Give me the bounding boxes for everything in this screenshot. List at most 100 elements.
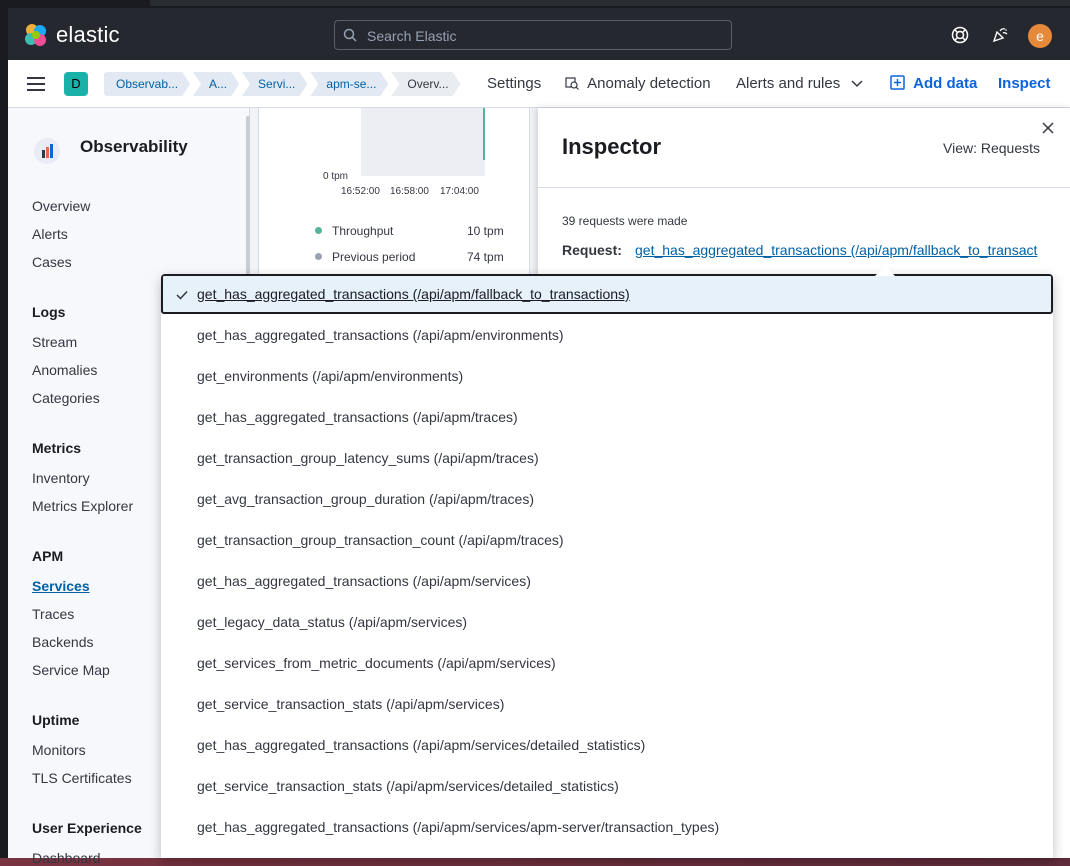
help-icon[interactable] <box>951 26 969 44</box>
newsfeed-icon[interactable] <box>991 26 1009 44</box>
close-icon[interactable] <box>1042 122 1054 134</box>
sidebar-heading-user-experience: User Experience <box>32 820 142 836</box>
search-box[interactable] <box>334 20 732 50</box>
check-icon <box>176 290 188 300</box>
view-selector-button[interactable]: View: Requests <box>943 140 1040 156</box>
sidebar-item-metrics-explorer[interactable]: Metrics Explorer <box>32 498 133 514</box>
observability-logo-icon <box>34 138 60 164</box>
sidebar-item-categories[interactable]: Categories <box>32 390 100 406</box>
user-avatar[interactable]: e <box>1028 24 1052 48</box>
search-input[interactable] <box>365 25 719 47</box>
sidebar-item-traces[interactable]: Traces <box>32 606 74 622</box>
sidebar-item-stream[interactable]: Stream <box>32 334 77 350</box>
request-option-label: get_service_transaction_stats (/api/apm/… <box>197 696 505 712</box>
sidebar-item-cases[interactable]: Cases <box>32 254 72 270</box>
request-options-list: get_has_aggregated_transactions (/api/ap… <box>161 274 1053 858</box>
request-option-label: get_transaction_group_transaction_count … <box>197 532 564 548</box>
alerts-and-rules-label: Alerts and rules <box>736 75 841 92</box>
request-option[interactable]: get_has_aggregated_transactions (/api/ap… <box>161 725 1053 766</box>
request-option-label: get_has_aggregated_transactions (/api/ap… <box>197 327 564 343</box>
chart-throughput-line <box>483 108 485 160</box>
sidebar-item-monitors[interactable]: Monitors <box>32 742 86 758</box>
legend-label: Previous period <box>332 250 416 264</box>
request-option[interactable]: get_transaction_group_latency_sums (/api… <box>161 438 1053 479</box>
brand-name[interactable]: elastic <box>56 22 120 48</box>
breadcrumb-observability[interactable]: Observab... <box>104 72 190 96</box>
legend-label: Throughput <box>332 224 394 238</box>
sidebar-item-services[interactable]: Services <box>32 578 90 594</box>
app-navbar: D Observab... A... Servi... apm-se... Ov… <box>8 60 1070 108</box>
chart-x-tick: 17:04:00 <box>440 186 479 197</box>
anomaly-icon <box>565 77 579 90</box>
request-option-label: get_has_aggregated_transactions (/api/ap… <box>197 819 720 835</box>
request-option[interactable]: get_has_aggregated_transactions (/api/ap… <box>161 274 1053 314</box>
sidebar-item-inventory[interactable]: Inventory <box>32 470 90 486</box>
legend-previous-period[interactable]: Previous period <box>315 250 415 264</box>
elastic-logo-icon[interactable] <box>23 22 49 48</box>
request-option[interactable]: get_has_aggregated_transactions (/api/ap… <box>161 807 1053 848</box>
chart-x-tick: 16:58:00 <box>390 186 429 197</box>
request-option[interactable]: get_services_from_metric_documents (/api… <box>161 643 1053 684</box>
request-option-label: get_legacy_data_status (/api/apm/service… <box>197 614 468 630</box>
add-data-icon <box>890 75 905 90</box>
request-option[interactable]: get_has_aggregated_transactions (/api/ap… <box>161 397 1053 438</box>
inspector-title: Inspector <box>562 134 662 159</box>
breadcrumb-services[interactable]: Servi... <box>242 72 307 96</box>
breadcrumb: Observab... A... Servi... apm-se... Over… <box>104 72 464 96</box>
settings-link[interactable]: Settings <box>487 75 541 92</box>
request-option[interactable]: get_legacy_data_status (/api/apm/service… <box>161 602 1053 643</box>
dropdown-caret <box>875 266 895 276</box>
request-option-label: get_environments (/api/apm/environments) <box>197 368 464 384</box>
sidebar-item-alerts[interactable]: Alerts <box>32 226 68 242</box>
throughput-chart: 0 tpm 16:52:00 16:58:00 17:04:00 Through… <box>258 108 530 278</box>
request-option-label: get_transaction_group_latency_sums (/api… <box>197 450 539 466</box>
requests-count-text: 39 requests were made <box>562 214 688 228</box>
breadcrumb-service[interactable]: apm-se... <box>310 72 388 96</box>
legend-throughput[interactable]: Throughput <box>315 224 393 238</box>
anomaly-detection-link[interactable]: Anomaly detection <box>565 75 711 92</box>
add-data-label: Add data <box>913 75 978 92</box>
request-option-label: get_services_from_metric_documents (/api… <box>197 655 556 671</box>
menu-toggle-icon[interactable] <box>27 77 45 91</box>
chart-y-zero-label: 0 tpm <box>323 171 349 182</box>
sidebar-heading-uptime: Uptime <box>32 712 80 728</box>
request-option[interactable]: get_service_transaction_stats (/api/apm/… <box>161 684 1053 725</box>
sidebar-item-tls-certificates[interactable]: TLS Certificates <box>32 770 132 786</box>
alerts-and-rules-menu[interactable]: Alerts and rules <box>736 75 864 92</box>
request-option[interactable]: get_has_aggregated_transactions (/api/ap… <box>161 315 1053 356</box>
request-option[interactable]: get_service_transaction_stats (/api/apm/… <box>161 766 1053 807</box>
request-option-label: get_has_aggregated_transactions (/api/ap… <box>197 573 531 589</box>
search-icon <box>343 28 357 42</box>
request-option[interactable]: get_has_aggregated_transactions (/api/ap… <box>161 561 1053 602</box>
request-option[interactable]: get_transaction_group_transaction_count … <box>161 520 1053 561</box>
breadcrumb-apm[interactable]: A... <box>193 72 239 96</box>
request-option[interactable]: get_avg_transaction_group_duration (/api… <box>161 479 1053 520</box>
request-selector-button[interactable]: get_has_aggregated_transactions (/api/ap… <box>635 242 1037 258</box>
sidebar-heading-logs: Logs <box>32 304 66 320</box>
sidebar-item-backends[interactable]: Backends <box>32 634 93 650</box>
legend-dot <box>315 253 322 260</box>
window-frame-top <box>0 0 1070 8</box>
browser-tabstrip <box>150 0 1070 6</box>
request-option-label: get_has_aggregated_transactions (/api/ap… <box>197 286 630 302</box>
sidebar-item-service-map[interactable]: Service Map <box>32 662 110 678</box>
window-frame-left <box>0 8 8 858</box>
divider <box>538 187 1070 188</box>
inspect-link[interactable]: Inspect <box>998 75 1051 92</box>
request-option-label: get_has_aggregated_transactions (/api/ap… <box>197 737 646 753</box>
chevron-down-icon <box>851 80 863 88</box>
sidebar-item-anomalies[interactable]: Anomalies <box>32 362 97 378</box>
request-option-label: get_has_aggregated_transactions (/api/ap… <box>197 409 518 425</box>
request-option[interactable]: get_environments (/api/apm/environments) <box>161 356 1053 397</box>
request-option-label: get_avg_transaction_group_duration (/api… <box>197 491 534 507</box>
request-option-label: get_service_transaction_stats (/api/apm/… <box>197 778 619 794</box>
chart-x-tick: 16:52:00 <box>341 186 380 197</box>
sidebar-item-dashboard[interactable]: Dashboard <box>32 850 101 866</box>
legend-value: 10 tpm <box>467 224 504 238</box>
space-avatar[interactable]: D <box>64 72 88 96</box>
add-data-link[interactable]: Add data <box>890 75 977 92</box>
sidebar-item-overview[interactable]: Overview <box>32 198 90 214</box>
anomaly-detection-label: Anomaly detection <box>587 75 711 92</box>
sidebar-title: Observability <box>80 137 188 156</box>
chart-previous-period-area <box>361 108 485 176</box>
